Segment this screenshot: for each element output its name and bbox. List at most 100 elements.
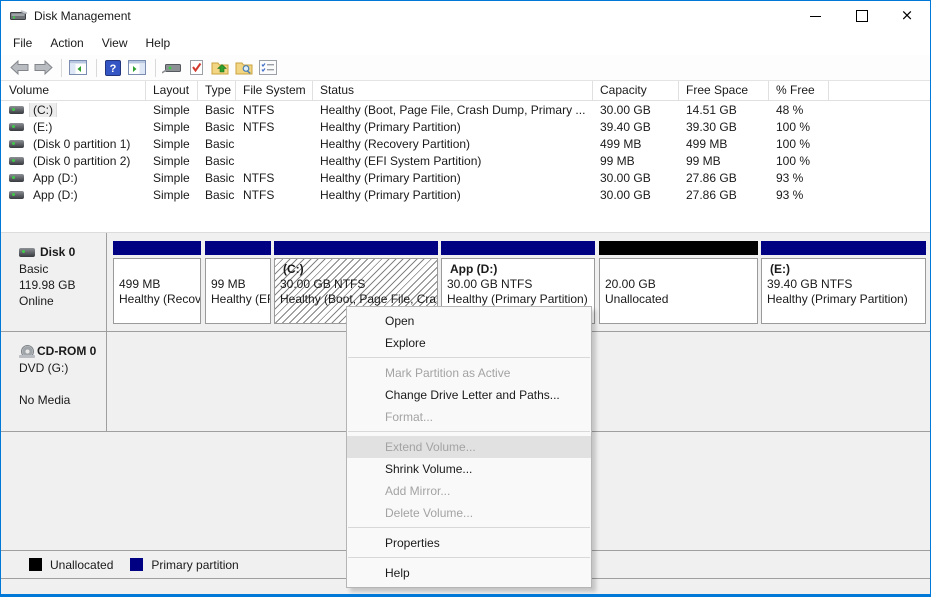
minimize-button[interactable]: [792, 1, 838, 31]
drive-tool-icon[interactable]: [161, 58, 183, 78]
cell-layout: Simple: [146, 103, 198, 117]
partition-e[interactable]: (E:)39.40 GB NTFSHealthy (Primary Partit…: [761, 241, 926, 324]
column-header-capacity[interactable]: Capacity: [593, 81, 679, 100]
menu-item-extend-volume[interactable]: Extend Volume...: [347, 436, 591, 458]
volume-drive-icon: [9, 123, 24, 131]
column-header-volume[interactable]: Volume: [1, 81, 146, 100]
volume-row[interactable]: (Disk 0 partition 2)SimpleBasicHealthy (…: [1, 152, 930, 169]
partition-status: Healthy (Boot, Page File, Crash Dump, Pr…: [280, 292, 437, 307]
volume-drive-icon: [9, 174, 24, 182]
partition-unallocated[interactable]: 20.00 GBUnallocated: [599, 241, 758, 324]
cell-capacity: 39.40 GB: [593, 120, 679, 134]
maximize-button[interactable]: [838, 1, 884, 31]
back-icon[interactable]: [8, 58, 30, 78]
folder-up-icon[interactable]: [209, 58, 231, 78]
disk-0-panel[interactable]: Disk 0 Basic 119.98 GB Online: [7, 233, 107, 331]
column-header-type[interactable]: Type: [198, 81, 236, 100]
volume-drive-icon: [9, 140, 24, 148]
cell-file-system: NTFS: [236, 188, 313, 202]
cell-status: Healthy (Primary Partition): [313, 188, 593, 202]
partition-color-strip: [113, 241, 201, 255]
volume-label: (E:): [30, 120, 55, 134]
menu-item-change-drive-letter-and-paths[interactable]: Change Drive Letter and Paths...: [347, 384, 591, 406]
volume-row[interactable]: (E:)SimpleBasicNTFSHealthy (Primary Part…: [1, 118, 930, 135]
volume-label: App (D:): [30, 171, 81, 185]
cell-volume: (E:): [1, 120, 146, 134]
partition-recovery[interactable]: 499 MBHealthy (Recovery Partition): [113, 241, 201, 324]
partition-name: [605, 262, 757, 277]
cd-rom-icon: [19, 345, 35, 358]
cell-pct-free: 100 %: [769, 137, 829, 151]
cell-file-system: NTFS: [236, 103, 313, 117]
menu-separator: [348, 527, 590, 528]
column-header-free-space[interactable]: Free Space: [679, 81, 769, 100]
menu-action[interactable]: Action: [41, 33, 92, 53]
menu-item-delete-volume[interactable]: Delete Volume...: [347, 502, 591, 524]
disk-management-app-icon: [10, 10, 28, 22]
volume-row[interactable]: App (D:)SimpleBasicNTFSHealthy (Primary …: [1, 186, 930, 203]
column-header-status[interactable]: Status: [313, 81, 593, 100]
menu-item-properties[interactable]: Properties: [347, 532, 591, 554]
partition-size: 39.40 GB NTFS: [767, 277, 925, 292]
menu-item-add-mirror[interactable]: Add Mirror...: [347, 480, 591, 502]
document-check-icon[interactable]: [185, 58, 207, 78]
cell-volume: (C:): [1, 103, 146, 117]
partition-box[interactable]: 99 MBHealthy (EFI System Partition): [205, 258, 271, 324]
title-bar: Disk Management ×: [1, 1, 930, 31]
legend-swatch: [29, 558, 42, 571]
partition-box[interactable]: (E:)39.40 GB NTFSHealthy (Primary Partit…: [761, 258, 926, 324]
cell-status: Healthy (Boot, Page File, Crash Dump, Pr…: [313, 103, 593, 117]
cdrom-panel[interactable]: CD-ROM 0 DVD (G:) No Media: [7, 332, 107, 431]
partition-color-strip: [274, 241, 438, 255]
menu-item-shrink-volume[interactable]: Shrink Volume...: [347, 458, 591, 480]
partition-name: [119, 262, 200, 277]
menu-item-help[interactable]: Help: [347, 562, 591, 584]
partition-name: (C:): [280, 262, 437, 277]
column-header-layout[interactable]: Layout: [146, 81, 198, 100]
legend-swatch: [130, 558, 143, 571]
cell-capacity: 30.00 GB: [593, 103, 679, 117]
partition-status: Unallocated: [605, 292, 757, 307]
partition-size: 499 MB: [119, 277, 200, 292]
cell-pct-free: 93 %: [769, 171, 829, 185]
folder-search-icon[interactable]: [233, 58, 255, 78]
volume-row[interactable]: App (D:)SimpleBasicNTFSHealthy (Primary …: [1, 169, 930, 186]
show-console-tree-icon[interactable]: [67, 58, 89, 78]
partition-color-strip: [599, 241, 758, 255]
show-action-pane-icon[interactable]: [126, 58, 148, 78]
partition-box[interactable]: 499 MBHealthy (Recovery Partition): [113, 258, 201, 324]
menu-item-mark-partition-as-active[interactable]: Mark Partition as Active: [347, 362, 591, 384]
cell-status: Healthy (EFI System Partition): [313, 154, 593, 168]
disk-status: Online: [19, 293, 102, 309]
toolbar-separator: [155, 59, 156, 77]
cell-volume: (Disk 0 partition 1): [1, 137, 146, 151]
cell-pct-free: 100 %: [769, 154, 829, 168]
disk-type: Basic: [19, 261, 102, 277]
legend-item: Unallocated: [29, 558, 113, 572]
volume-row[interactable]: (Disk 0 partition 1)SimpleBasicHealthy (…: [1, 135, 930, 152]
cell-free-space: 39.30 GB: [679, 120, 769, 134]
help-icon[interactable]: ?: [102, 58, 124, 78]
view-options-icon[interactable]: [257, 58, 279, 78]
menu-file[interactable]: File: [4, 33, 41, 53]
menu-item-open[interactable]: Open: [347, 310, 591, 332]
partition-efi[interactable]: 99 MBHealthy (EFI System Partition): [205, 241, 271, 324]
menu-item-format[interactable]: Format...: [347, 406, 591, 428]
forward-icon[interactable]: [32, 58, 54, 78]
column-header-file-system[interactable]: File System: [236, 81, 313, 100]
cell-layout: Simple: [146, 188, 198, 202]
partition-size: 20.00 GB: [605, 277, 757, 292]
menu-bar: FileActionViewHelp: [1, 31, 930, 55]
cell-file-system: NTFS: [236, 171, 313, 185]
menu-item-explore[interactable]: Explore: [347, 332, 591, 354]
cell-volume: App (D:): [1, 188, 146, 202]
partition-name: App (D:): [447, 262, 594, 277]
partition-box[interactable]: 20.00 GBUnallocated: [599, 258, 758, 324]
volume-row[interactable]: (C:)SimpleBasicNTFSHealthy (Boot, Page F…: [1, 101, 930, 118]
cdrom-drive-letter: DVD (G:): [19, 360, 102, 376]
menu-view[interactable]: View: [93, 33, 137, 53]
menu-help[interactable]: Help: [137, 33, 180, 53]
cell-layout: Simple: [146, 171, 198, 185]
close-button[interactable]: ×: [884, 1, 930, 31]
column-header--free[interactable]: % Free: [769, 81, 829, 100]
